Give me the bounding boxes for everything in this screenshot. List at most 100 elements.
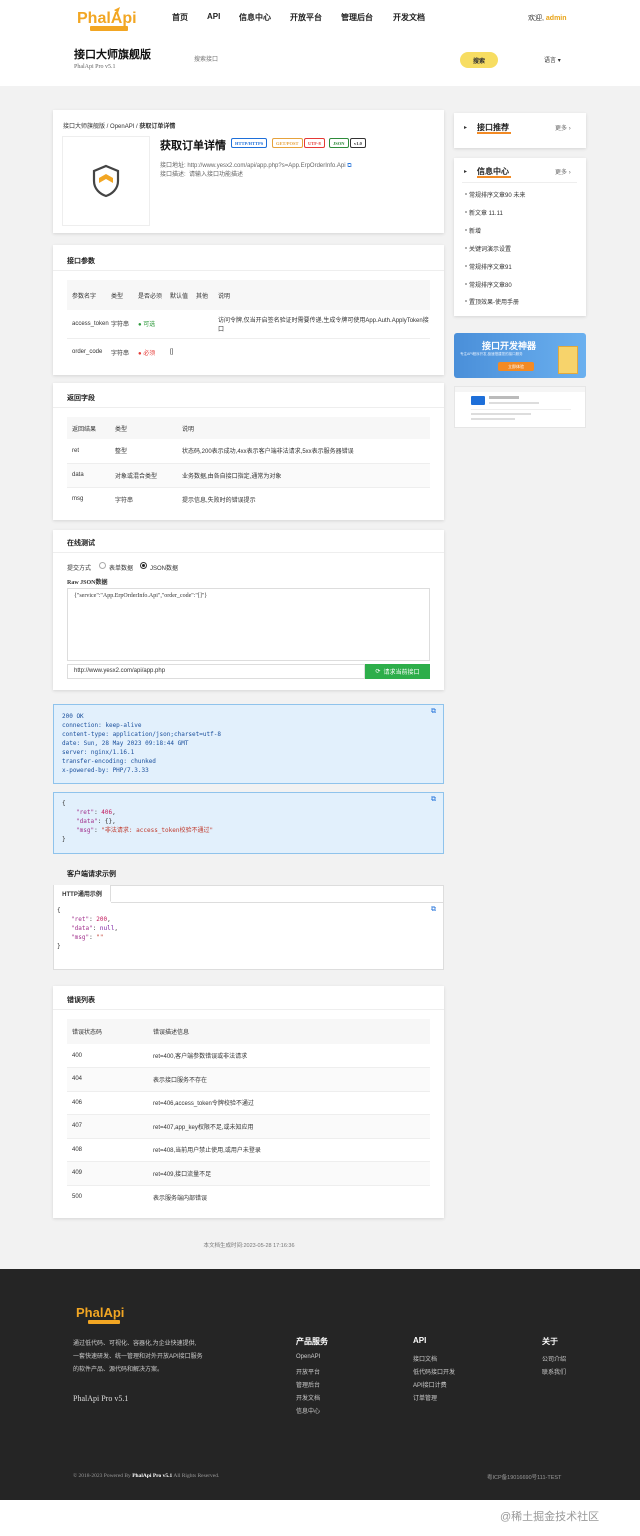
chevron-down-icon: ▾ [557, 58, 561, 64]
list-item[interactable]: 关键词演示设置 [469, 244, 511, 253]
table-row: 406 ret=406,access_token令牌校验不通过 [67, 1091, 430, 1115]
footer-description: 通过低代码、可视化、容器化,为企业快速提供, 一套快速研发、统一管理和对外开放A… [73, 1341, 203, 1373]
user-link[interactable]: admin [546, 15, 567, 22]
footer-col-title: API [413, 1336, 427, 1345]
table-row: access_token 字符串 ● 可选 访问令牌,仅当开启签名验证时需要传递… [67, 310, 430, 338]
table-row: 408 ret=408,当前用户禁止使用,或用户未登录 [67, 1138, 430, 1162]
footer-link[interactable]: 管理后台 [296, 1380, 320, 1389]
breadcrumb-item[interactable]: 接口大师旗舰版 [63, 124, 105, 130]
footer-link[interactable]: API接口计费 [413, 1380, 447, 1389]
product-box-image [558, 346, 578, 374]
footer-link[interactable]: 接口文档 [413, 1354, 437, 1363]
radio-form[interactable] [99, 562, 106, 569]
tab-http-example[interactable]: HTTP通用示例 [54, 885, 111, 902]
table-row: 407 ret=407,app_key权限不足,或未知应用 [67, 1114, 430, 1138]
list-item[interactable]: 新增 [469, 226, 481, 235]
generated-time: 本文档生成时间:2023-05-28 17:16:36 [203, 1243, 295, 1249]
chevron-right-icon: › [568, 126, 571, 132]
footer-link[interactable]: 低代码接口开发 [413, 1367, 455, 1376]
radio-form-label: 表单数据 [109, 566, 134, 572]
footer-link[interactable]: 联系我们 [542, 1367, 566, 1376]
request-button[interactable]: ⟳ 请求当前接口 [365, 664, 430, 679]
table-row: order_code 字符串 ● 必须 [] [67, 338, 430, 366]
site-version: PhalApi Pro v5.1 [74, 64, 116, 70]
nav-api[interactable]: API [207, 12, 220, 21]
preview-thumbnail[interactable] [454, 386, 586, 428]
th-error-code: 错误状态码 [67, 1019, 153, 1044]
nav-docs[interactable]: 开发文档 [393, 12, 425, 23]
phalapi-logo[interactable]: PhalApi [76, 6, 144, 32]
icp-number[interactable]: 粤ICP备19016690号111-TEST [487, 1473, 561, 1481]
copy-icon[interactable]: ⧉ [431, 796, 436, 804]
caret-right-icon: ▸ [464, 169, 468, 175]
footer-link[interactable]: 开发文档 [296, 1393, 320, 1402]
copyright-brand-link[interactable]: PhalApi Pro v5.1 [132, 1473, 172, 1479]
th-param-name: 参数名字 [67, 280, 111, 310]
raw-json-label: Raw JSON数据 [67, 580, 108, 586]
radio-json[interactable] [140, 562, 147, 569]
tag-method: GET/POST [272, 138, 303, 148]
tag-version: v1.0 [350, 138, 366, 148]
footer-link[interactable]: 公司介绍 [542, 1354, 566, 1363]
breadcrumb-current: 获取订单详情 [139, 124, 176, 130]
th-desc: 说明 [218, 280, 430, 310]
api-icon-box [62, 136, 150, 226]
list-item[interactable]: 置顶效果-使用手册 [469, 297, 519, 306]
nav-info-center[interactable]: 信息中心 [239, 12, 271, 23]
client-title: 客户端请求示例 [67, 871, 116, 878]
api-title: 获取订单详情 [160, 140, 226, 152]
submit-method-label: 提交方式 [67, 566, 92, 572]
copy-icon[interactable]: ⧉ [347, 163, 351, 169]
list-item[interactable]: 常规排序文章91 [469, 262, 512, 271]
refresh-icon: ⟳ [375, 669, 381, 675]
promo-banner[interactable]: 接口开发神器 专注API程序开发,极速搭建您的接口服务 立即体验 [454, 333, 586, 378]
th-required: 是否必须 [138, 280, 170, 310]
client-code: { "ret": 200, "data": null, "msg": "" } [57, 907, 118, 950]
nav-open-platform[interactable]: 开放平台 [290, 12, 322, 23]
tag-charset: UTF-8 [304, 138, 325, 148]
footer-logo: PhalApi [76, 1303, 134, 1325]
footer-link[interactable]: 订单管理 [413, 1393, 437, 1402]
table-row: 400 ret=400,客户端参数错误或非法请求 [67, 1044, 430, 1068]
language-select[interactable]: 语言 ▾ [544, 55, 561, 64]
params-title: 接口参数 [67, 258, 95, 265]
shield-icon [92, 164, 120, 198]
search-input[interactable] [190, 52, 440, 68]
banner-button[interactable]: 立即体验 [498, 362, 534, 371]
footer-link[interactable]: OpenAPI [296, 1354, 320, 1360]
raw-json-textarea[interactable]: {"service":"App.ErpOrderInfo.Api","order… [67, 588, 430, 661]
nav-home[interactable]: 首页 [172, 12, 188, 23]
search-button[interactable]: 搜索 [460, 52, 498, 68]
list-item[interactable]: 常规排序文章80 [469, 280, 512, 289]
footer-link[interactable]: 信息中心 [296, 1406, 320, 1415]
footer-col-title: 关于 [542, 1337, 558, 1346]
status-badge: ● 必须 [138, 350, 156, 357]
news-more[interactable]: 更多 › [555, 167, 571, 176]
list-item[interactable]: 新文章 11.11 [469, 208, 503, 217]
copy-icon[interactable]: ⧉ [431, 708, 436, 716]
th-type: 类型 [115, 417, 182, 439]
table-row: 409 ret=409,接口流量不足 [67, 1161, 430, 1185]
returns-title: 返回字段 [67, 395, 95, 402]
nav-admin[interactable]: 管理后台 [341, 12, 373, 23]
list-item[interactable]: 常规排序文章90 未来 [469, 190, 525, 199]
errors-table: 错误状态码 错误描述信息 400 ret=400,客户端参数错误或非法请求 404… [67, 1019, 430, 1209]
endpoint-input[interactable]: http://www.yesx2.com/api/app.php [67, 664, 365, 679]
copyright: © 2018-2023 Powered By PhalApi Pro v5.1 … [73, 1473, 220, 1479]
caret-right-icon: ▸ [464, 125, 468, 131]
watermark: @稀土掘金技术社区 [500, 1511, 600, 1523]
returns-table: 返回结果 类型 说明 ret 整型 状态码,200表示成功,4xx表示客户端非法… [67, 417, 430, 511]
recommend-more[interactable]: 更多 › [555, 123, 571, 132]
footer-link[interactable]: 开放平台 [296, 1367, 320, 1376]
response-body-box: { "ret": 406, "data": {}, "msg": "非法请求: … [53, 792, 444, 854]
copy-icon[interactable]: ⧉ [431, 906, 436, 914]
errors-title: 错误列表 [67, 997, 95, 1004]
th-desc: 说明 [182, 417, 430, 439]
params-table: 参数名字 类型 是否必须 默认值 其他 说明 access_token 字符串 … [67, 280, 430, 366]
th-other: 其他 [196, 280, 218, 310]
status-badge: ● 可选 [138, 322, 156, 329]
breadcrumb-item[interactable]: OpenAPI [110, 124, 134, 130]
online-test-title: 在线测试 [67, 540, 95, 547]
table-row: 404 表示接口服务不存在 [67, 1067, 430, 1091]
tag-protocol: HTTP/HTTPS [231, 138, 268, 148]
